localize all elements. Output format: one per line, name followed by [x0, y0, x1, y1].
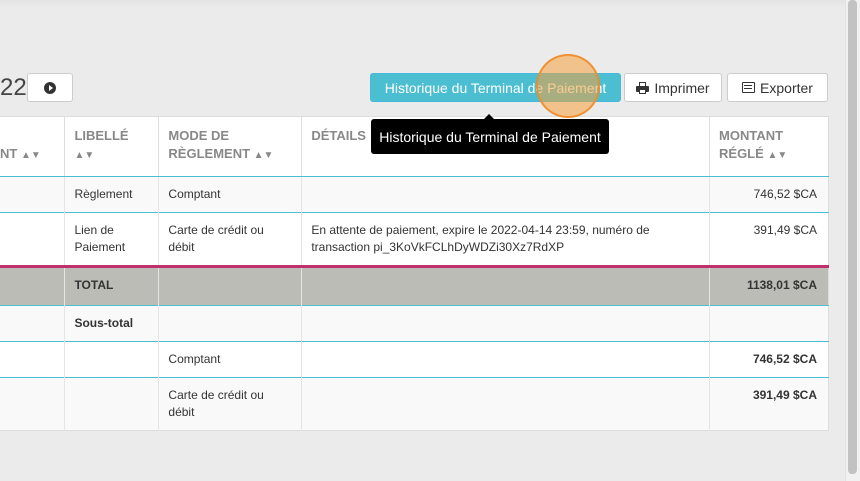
payments-panel: 22 Historique du Terminal de Paiement Im… [0, 0, 845, 481]
sort-icon: ▲▼ [74, 150, 95, 161]
year-title-fragment: 22 [0, 74, 27, 101]
column-header-label[interactable]: LIBELLÉ ▲▼ [64, 116, 160, 177]
sort-icon: ▲▼ [253, 150, 274, 161]
total-row: TOTAL 1138,01 $CA [0, 265, 829, 306]
cell-amount: 746,52 $CA [709, 176, 829, 213]
cell-amount: 746,52 $CA [709, 341, 829, 378]
print-label: Imprimer [654, 79, 710, 96]
cell-method: Comptant [158, 176, 303, 213]
subtotal-label: Sous-total [64, 305, 160, 342]
cell-empty [0, 176, 66, 213]
column-header-amount-line2: RÉGLÉ [719, 146, 764, 161]
cell-empty [0, 305, 66, 342]
cell-method: Comptant [158, 341, 303, 378]
cell-method: Carte de crédit ou débit [158, 212, 303, 267]
export-button[interactable]: Exporter [727, 73, 828, 102]
print-button[interactable]: Imprimer [624, 73, 722, 102]
list-icon [742, 82, 756, 93]
cell-empty [709, 305, 829, 342]
table-row: Règlement Comptant 746,52 $CA [0, 176, 829, 213]
column-header-payment-method[interactable]: MODE DE RÈGLEMENT ▲▼ [158, 116, 303, 177]
sort-icon: ▲▼ [20, 150, 41, 161]
cell-amount: 391,49 $CA [709, 212, 829, 267]
next-year-button[interactable] [27, 73, 73, 102]
column-header-method-line1: MODE DE [168, 128, 230, 143]
cell-empty [158, 265, 303, 306]
cell-details [301, 176, 711, 213]
cell-empty [301, 305, 711, 342]
cell-details: En attente de paiement, expire le 2022-0… [301, 212, 711, 267]
cell-label: Lien de Paiement [64, 212, 160, 267]
payment-terminal-history-button[interactable]: Historique du Terminal de Paiement [370, 73, 621, 102]
printer-icon [636, 81, 650, 94]
scrollbar-thumb[interactable] [848, 0, 857, 474]
cell-empty [301, 341, 711, 378]
column-header-method-line2: RÈGLEMENT [168, 146, 251, 161]
play-circle-icon [44, 81, 56, 94]
subtotal-header-row: Sous-total [0, 305, 829, 342]
cell-empty [0, 212, 66, 267]
cell-amount: 391,49 $CA [709, 377, 829, 431]
column-header-amount-line1: MONTANT [719, 128, 784, 143]
column-header-amount[interactable]: MONTANT RÉGLÉ ▲▼ [709, 116, 829, 177]
cell-empty [301, 377, 711, 431]
subtotal-row: Carte de crédit ou débit 391,49 $CA [0, 377, 829, 431]
subtotal-row: Comptant 746,52 $CA [0, 341, 829, 378]
cell-method: Carte de crédit ou débit [158, 377, 303, 431]
total-amount: 1138,01 $CA [709, 265, 829, 306]
sort-icon: ▲▼ [767, 150, 788, 161]
column-header-truncated-label: NT [0, 146, 18, 161]
column-header-details-text: DÉTAILS [311, 128, 366, 143]
cell-empty [301, 265, 711, 306]
cell-empty [64, 377, 160, 431]
export-label: Exporter [760, 79, 813, 96]
cell-label: Règlement [64, 176, 160, 213]
history-tooltip: Historique du Terminal de Paiement [371, 114, 609, 154]
total-label: TOTAL [64, 265, 160, 306]
cell-empty [64, 341, 160, 378]
column-header-label-text: LIBELLÉ [74, 128, 129, 143]
column-header-truncated[interactable]: NT ▲▼ [0, 116, 66, 177]
cell-empty [0, 377, 66, 431]
payment-terminal-history-label: Historique du Terminal de Paiement [384, 79, 607, 96]
cell-empty [158, 305, 303, 342]
cell-empty [0, 341, 66, 378]
payments-table: NT ▲▼ LIBELLÉ ▲▼ MODE DE RÈGLEMENT ▲▼ DÉ… [0, 116, 829, 431]
table-row: Lien de Paiement Carte de crédit ou débi… [0, 212, 829, 267]
vertical-scrollbar[interactable] [845, 0, 860, 481]
cell-empty [0, 265, 66, 306]
